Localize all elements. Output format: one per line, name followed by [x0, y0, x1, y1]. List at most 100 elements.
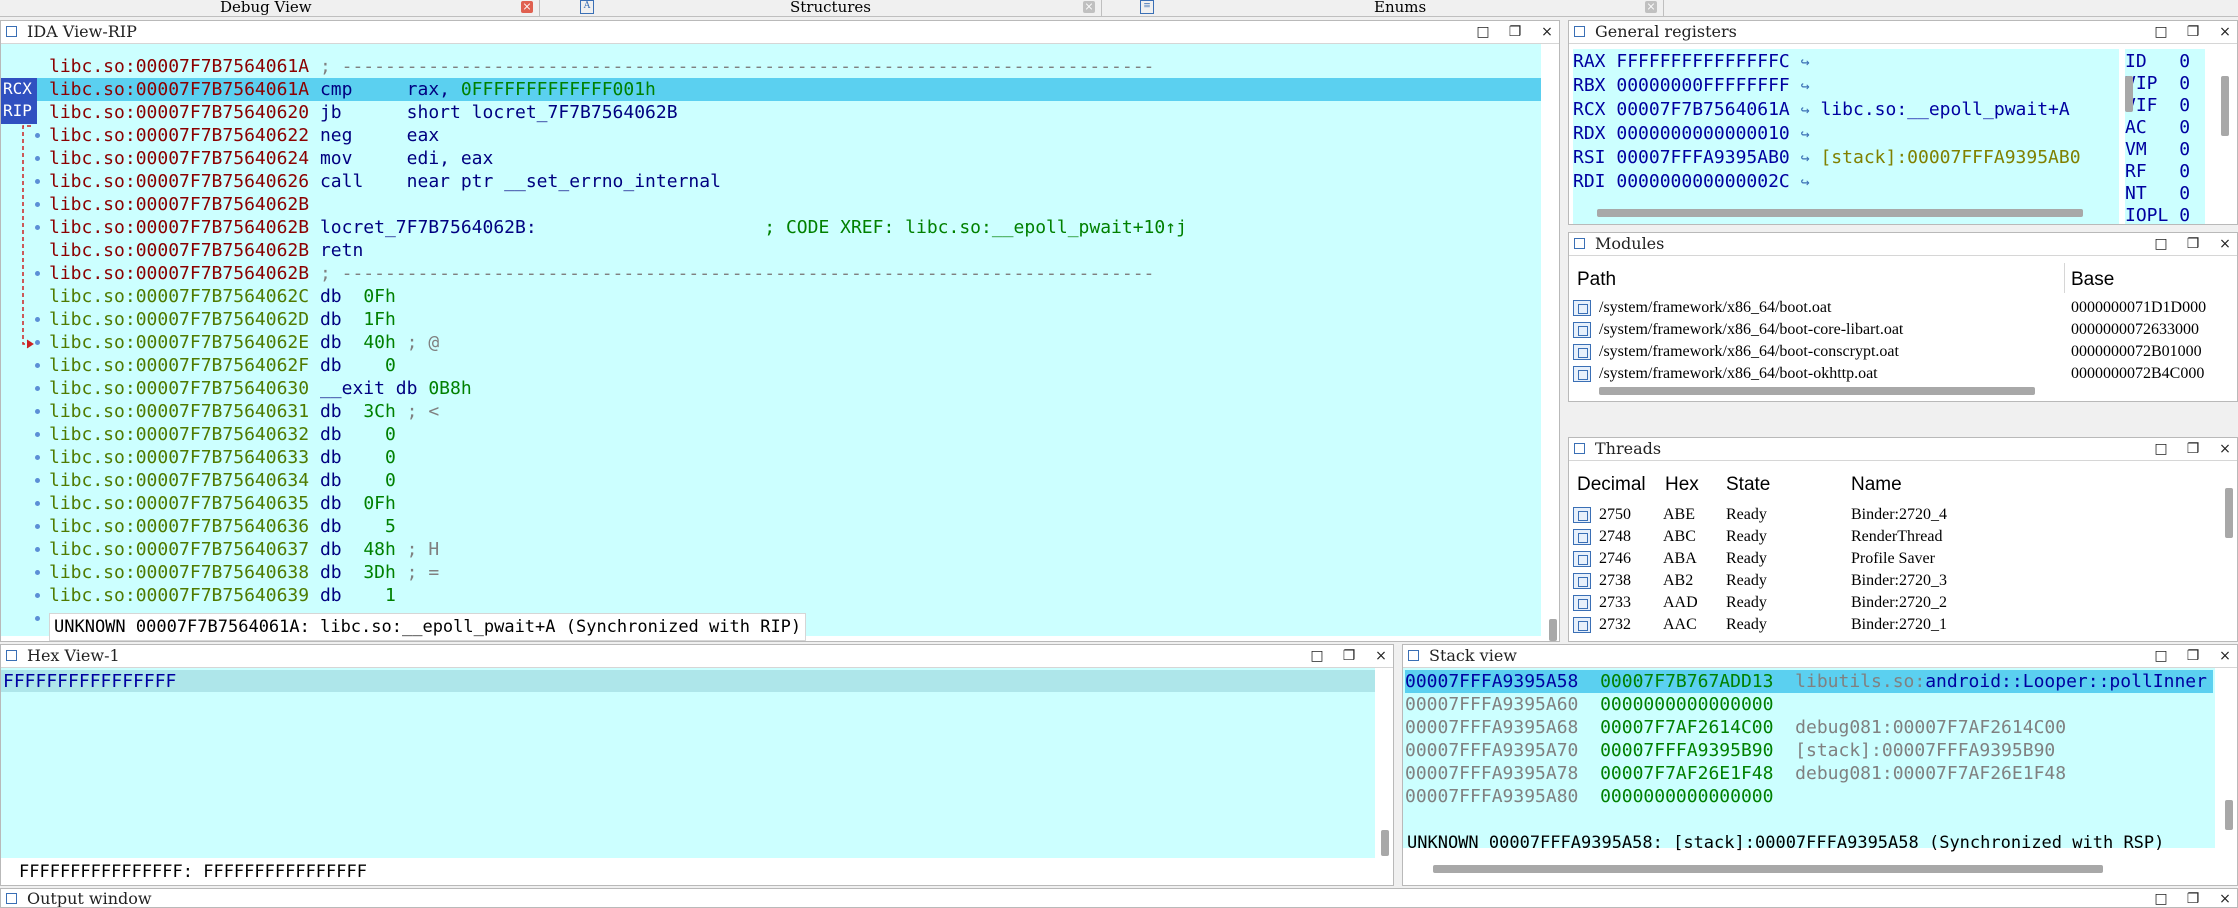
disasm-line[interactable]: libc.so:00007F7B7564061A ; -------------…: [49, 55, 1187, 78]
disasm-line[interactable]: libc.so:00007F7B75640634 db 0: [49, 469, 1187, 492]
horizontal-scrollbar[interactable]: [1597, 209, 2083, 217]
flag-row[interactable]: ID 0: [2125, 51, 2190, 73]
flag-row[interactable]: AC 0: [2125, 117, 2190, 139]
float-button[interactable]: ❐: [2185, 645, 2201, 667]
column-header-decimal[interactable]: Decimal: [1577, 474, 1646, 496]
jump-arrow-icon[interactable]: ↪: [1801, 125, 1810, 143]
register-value[interactable]: 0000000000000010: [1616, 123, 1789, 144]
vertical-scrollbar[interactable]: [2125, 76, 2133, 112]
register-list[interactable]: RAX FFFFFFFFFFFFFFFC ↪ RBX 00000000FFFFFF…: [1573, 49, 2119, 224]
register-value[interactable]: 00007FFFA9395AB0: [1616, 147, 1789, 168]
close-button[interactable]: ×: [1373, 645, 1389, 667]
column-header-path[interactable]: Path: [1577, 269, 1616, 291]
close-button[interactable]: ×: [2217, 645, 2233, 667]
stack-value[interactable]: 00007F7AF26E1F48: [1600, 763, 1773, 784]
float-button[interactable]: ❐: [2185, 21, 2201, 43]
disasm-line[interactable]: libc.so:00007F7B75640633 db 0: [49, 446, 1187, 469]
disasm-line[interactable]: libc.so:00007F7B7564062B: [49, 193, 1187, 216]
vertical-scrollbar[interactable]: [2225, 800, 2233, 830]
float-button[interactable]: ❐: [2185, 233, 2201, 255]
minimize-button[interactable]: □: [1309, 645, 1325, 667]
column-header-base[interactable]: Base: [2071, 269, 2114, 291]
disasm-line[interactable]: libc.so:00007F7B75640637 db 48h ; H: [49, 538, 1187, 561]
flag-row[interactable]: IOPL 0: [2125, 205, 2190, 224]
close-icon[interactable]: ×: [1645, 1, 1657, 13]
jump-arrow-icon[interactable]: ↪: [1801, 53, 1810, 71]
flag-row[interactable]: VIP 0: [2125, 73, 2190, 95]
flag-row[interactable]: NT 0: [2125, 183, 2190, 205]
disasm-line[interactable]: libc.so:00007F7B7564062B ; -------------…: [49, 262, 1187, 285]
thread-row[interactable]: 2750 ABE Ready Binder:2720_4: [1569, 504, 2219, 526]
stack-value[interactable]: 0000000000000000: [1600, 786, 1773, 807]
disasm-line[interactable]: libc.so:00007F7B75640639 db 1: [49, 584, 1187, 607]
disasm-line[interactable]: libc.so:00007F7B7564062B retn: [49, 239, 1187, 262]
register-row[interactable]: RDI 000000000000002C ↪: [1573, 171, 1810, 193]
disasm-line[interactable]: libc.so:00007F7B75640632 db 0: [49, 423, 1187, 446]
stack-value[interactable]: 00007F7AF2614C00: [1600, 717, 1773, 738]
minimize-button[interactable]: □: [2153, 889, 2169, 907]
stack-row[interactable]: 00007FFFA9395A78 00007F7AF26E1F48 debug0…: [1405, 762, 2213, 785]
close-button[interactable]: ×: [1539, 21, 1555, 43]
disasm-line[interactable]: libc.so:00007F7B75640636 db 5: [49, 515, 1187, 538]
vertical-scrollbar[interactable]: [2221, 76, 2229, 136]
vertical-scrollbar[interactable]: [1381, 830, 1389, 856]
horizontal-scrollbar[interactable]: [1599, 387, 2035, 395]
stack-value[interactable]: 0000000000000000: [1600, 694, 1773, 715]
register-value[interactable]: 00000000FFFFFFFF: [1616, 75, 1789, 96]
disasm-line[interactable]: libc.so:00007F7B75640631 db 3Ch ; <: [49, 400, 1187, 423]
tab-debug-view[interactable]: Debug View ×: [0, 0, 540, 16]
jump-arrow-icon[interactable]: ↪: [1801, 101, 1810, 119]
thread-row[interactable]: 2732 AAC Ready Binder:2720_1: [1569, 614, 2219, 636]
disasm-line[interactable]: libc.so:00007F7B75640638 db 3Dh ; =: [49, 561, 1187, 584]
register-value[interactable]: 00007F7B7564061A: [1616, 99, 1789, 120]
register-value[interactable]: 000000000000002C: [1616, 171, 1789, 192]
disasm-line[interactable]: libc.so:00007F7B7564061A cmp rax, 0FFFFF…: [49, 78, 1187, 101]
minimize-button[interactable]: □: [2153, 645, 2169, 667]
module-row[interactable]: /system/framework/x86_64/boot-conscrypt.…: [1569, 341, 2237, 363]
disasm-line[interactable]: libc.so:00007F7B7564062F db 0: [49, 354, 1187, 377]
horizontal-scrollbar[interactable]: [1433, 865, 2103, 873]
disasm-line[interactable]: libc.so:00007F7B75640620 jb short locret…: [49, 101, 1187, 124]
flags-list[interactable]: ID 0 VIP 0 VIF 0 AC 0 VM 0 RF 0 NT 0 IOPL 0: [2125, 49, 2205, 224]
stack-row[interactable]: 00007FFFA9395A60 0000000000000000: [1405, 693, 2213, 716]
disasm-line[interactable]: libc.so:00007F7B7564062E db 40h ; @: [49, 331, 1187, 354]
disasm-line[interactable]: libc.so:00007F7B75640635 db 0Fh: [49, 492, 1187, 515]
disasm-line[interactable]: libc.so:00007F7B7564062D db 1Fh: [49, 308, 1187, 331]
register-row[interactable]: RAX FFFFFFFFFFFFFFFC ↪: [1573, 51, 1810, 73]
float-button[interactable]: ❐: [1507, 21, 1523, 43]
jump-arrow-icon[interactable]: ↪: [1801, 149, 1810, 167]
column-header-hex[interactable]: Hex: [1665, 474, 1699, 496]
register-row[interactable]: RBX 00000000FFFFFFFF ↪: [1573, 75, 1810, 97]
vertical-scrollbar[interactable]: [2225, 488, 2233, 538]
float-button[interactable]: ❐: [2185, 438, 2201, 460]
module-row[interactable]: /system/framework/x86_64/boot-core-libar…: [1569, 319, 2237, 341]
hex-dump-area[interactable]: FFFFFFFFFFFFFFFF: [1, 668, 1375, 858]
thread-row[interactable]: 2738 AB2 Ready Binder:2720_3: [1569, 570, 2219, 592]
stack-value[interactable]: 00007FFFA9395B90: [1600, 740, 1773, 761]
stack-area[interactable]: 00007FFFA9395A58 00007F7B767ADD13 libuti…: [1403, 668, 2215, 848]
close-button[interactable]: ×: [2217, 889, 2233, 907]
stack-value[interactable]: 00007F7B767ADD13: [1600, 671, 1773, 692]
disassembly-area[interactable]: RCX RIP libc.so:00007F7B7564061A ; -----…: [1, 44, 1557, 641]
minimize-button[interactable]: □: [1475, 21, 1491, 43]
disasm-line[interactable]: libc.so:00007F7B7564062B locret_7F7B7564…: [49, 216, 1187, 239]
float-button[interactable]: ❐: [2185, 889, 2201, 907]
flag-row[interactable]: RF 0: [2125, 161, 2190, 183]
disasm-line[interactable]: libc.so:00007F7B75640626 call near ptr _…: [49, 170, 1187, 193]
thread-row[interactable]: 2733 AAD Ready Binder:2720_2: [1569, 592, 2219, 614]
jump-arrow-icon[interactable]: ↪: [1801, 77, 1810, 95]
register-row[interactable]: RCX 00007F7B7564061A ↪ libc.so:__epoll_p…: [1573, 99, 2070, 121]
flag-row[interactable]: VM 0: [2125, 139, 2190, 161]
column-header-name[interactable]: Name: [1851, 474, 1902, 496]
close-icon[interactable]: ×: [1083, 1, 1095, 13]
close-button[interactable]: ×: [2217, 233, 2233, 255]
flag-row[interactable]: VIF 0: [2125, 95, 2190, 117]
register-row[interactable]: RDX 0000000000000010 ↪: [1573, 123, 1810, 145]
module-row[interactable]: /system/framework/x86_64/boot.oat 0000000…: [1569, 297, 2237, 319]
jump-arrow-icon[interactable]: ↪: [1801, 173, 1810, 191]
module-row[interactable]: /system/framework/x86_64/boot-okhttp.oat…: [1569, 363, 2237, 385]
minimize-button[interactable]: □: [2153, 438, 2169, 460]
disasm-line[interactable]: libc.so:00007F7B75640624 mov edi, eax: [49, 147, 1187, 170]
disasm-line[interactable]: libc.so:00007F7B75640630 __exit db 0B8h: [49, 377, 1187, 400]
stack-row[interactable]: 00007FFFA9395A70 00007FFFA9395B90 [stack…: [1405, 739, 2213, 762]
